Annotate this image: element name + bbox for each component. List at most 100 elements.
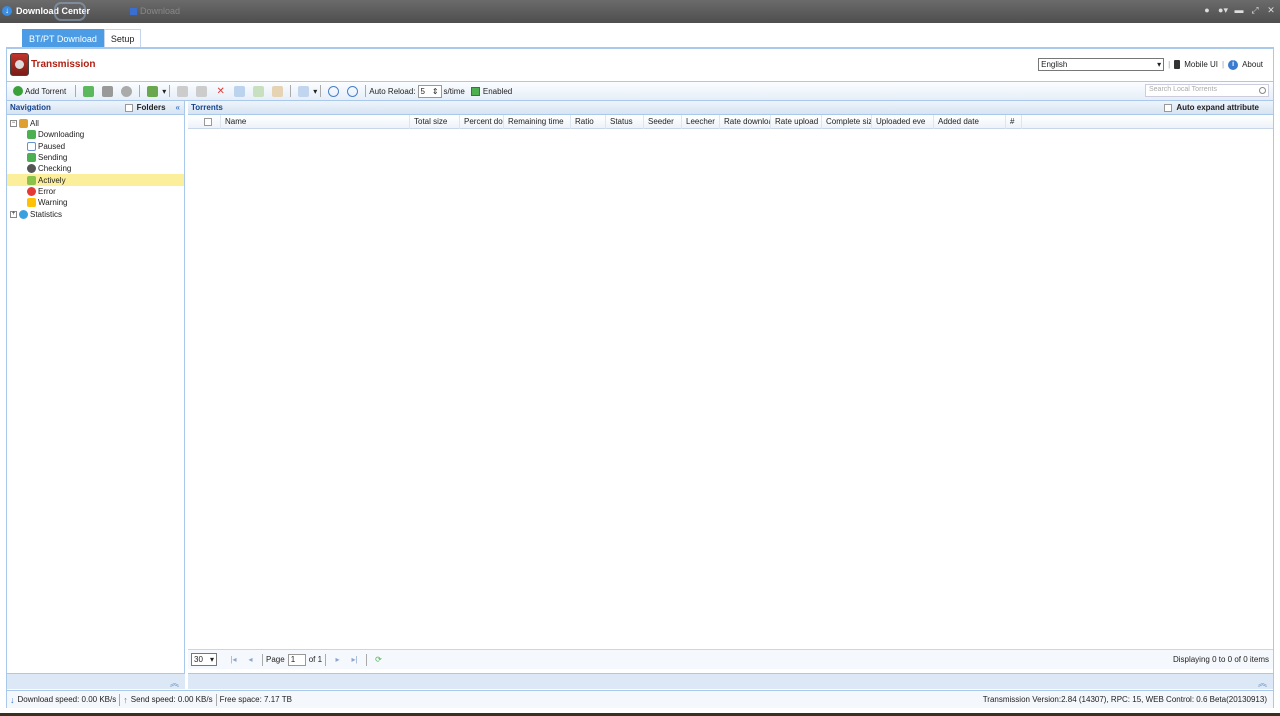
pause-all-icon[interactable]	[347, 85, 359, 97]
search-input[interactable]: Search Local Torrents	[1145, 84, 1269, 97]
auto-expand-checkbox[interactable]	[1164, 103, 1173, 112]
mobile-phone-icon	[1174, 60, 1181, 69]
column-remaining-time[interactable]: Remaining time	[504, 114, 571, 129]
last-page-icon[interactable]: ▸|	[350, 655, 359, 664]
tracker-icon[interactable]	[253, 85, 265, 97]
collapse-toggle-icon[interactable]: −	[10, 120, 17, 128]
expand-up-icon[interactable]: ︽	[170, 676, 179, 689]
collapse-left-icon[interactable]: «	[176, 103, 180, 112]
language-value: English	[1041, 60, 1068, 69]
tree-item-paused[interactable]: Paused	[7, 141, 184, 152]
column-total-size[interactable]: Total size	[410, 114, 460, 129]
pagination-bar: 30 ▾ |◂ ◂ Page 1 of 1 ▸ ▸| ⟳ Displaying …	[188, 649, 1273, 669]
column-ratio[interactable]: Ratio	[571, 114, 606, 129]
start-all-icon[interactable]	[328, 85, 340, 97]
tree-item-warning[interactable]: Warning	[7, 197, 184, 208]
column-uploaded-ever[interactable]: Uploaded eve	[872, 114, 934, 129]
enabled-label: Enabled	[482, 86, 513, 96]
window-tab-download[interactable]: Download	[130, 6, 180, 16]
nav-collapse-bar[interactable]: ︽	[7, 673, 185, 689]
enabled-checkbox[interactable]	[470, 86, 480, 96]
column-seeder[interactable]: Seeder	[644, 114, 682, 129]
delete-icon[interactable]: ✕	[215, 86, 226, 97]
folders-checkbox[interactable]	[124, 103, 133, 112]
plugin-icon[interactable]	[147, 85, 159, 97]
first-page-icon[interactable]: |◂	[229, 655, 238, 664]
refresh-icon[interactable]: ⟳	[374, 655, 383, 664]
torrents-title: Torrents	[191, 103, 223, 112]
toolbar-separator	[365, 85, 367, 97]
status-bar: ↓ Download speed: 0.00 KB/s ↑ Send speed…	[7, 690, 1273, 708]
close-icon[interactable]: ✕	[1266, 5, 1276, 15]
column-leecher[interactable]: Leecher	[682, 114, 720, 129]
toolbar-separator	[169, 85, 171, 97]
tree-item-checking[interactable]: Checking	[7, 163, 184, 174]
pause-icon[interactable]	[196, 85, 208, 97]
pager-separator	[262, 653, 263, 666]
header: Transmission English ▾ | Mobile UI | i A…	[7, 49, 1273, 81]
column-status[interactable]: Status	[606, 114, 644, 129]
about-link[interactable]: About	[1242, 60, 1263, 69]
mobile-ui-link[interactable]: Mobile UI	[1184, 60, 1218, 69]
settings-icon[interactable]: ●▾	[1218, 5, 1228, 15]
select-all-checkbox[interactable]	[204, 117, 212, 126]
column-rate-upload[interactable]: Rate upload	[771, 114, 822, 129]
tree-item-sending[interactable]: Sending	[7, 152, 184, 163]
tree-item-actively[interactable]: Actively	[7, 174, 184, 186]
column-name[interactable]: Name	[221, 114, 410, 129]
navigation-title: Navigation	[10, 103, 51, 112]
tree-item-statistics[interactable]: + Statistics	[7, 208, 184, 219]
status-separator	[119, 693, 121, 706]
refresh-icon[interactable]	[83, 85, 95, 97]
auto-reload-input[interactable]: 5 ⇕	[417, 84, 442, 98]
server-icon[interactable]	[102, 85, 114, 97]
active-icon	[27, 175, 36, 185]
download-speed: Download speed: 0.00 KB/s	[17, 695, 117, 704]
expand-up-icon[interactable]: ︽	[1258, 676, 1267, 689]
tree-item-error[interactable]: Error	[7, 186, 184, 197]
chevron-down-icon: ▾	[209, 655, 214, 664]
pause-icon	[27, 141, 36, 151]
torrents-grid-header: Name Total size Percent dor Remaining ti…	[188, 114, 1273, 129]
details-collapse-bar[interactable]: ︽	[188, 673, 1273, 689]
download-arrow-icon	[27, 130, 36, 140]
page-number-input[interactable]: 1	[287, 653, 306, 666]
add-torrent-button[interactable]: Add Torrent	[11, 83, 68, 99]
toolbar: Add Torrent ▾ ✕ ▾ Auto Reload: 5 ⇕ s/tim…	[7, 81, 1273, 101]
torrents-header: Torrents Auto expand attribute	[188, 101, 1273, 115]
move-icon[interactable]	[272, 85, 284, 97]
column-added-date[interactable]: Added date	[934, 114, 1006, 129]
minimize-icon[interactable]: ▬	[1234, 5, 1244, 15]
tab-btpt-download[interactable]: BT/PT Download	[22, 29, 104, 47]
expand-toggle-icon[interactable]: +	[10, 210, 17, 218]
tab-setup[interactable]: Setup	[103, 29, 142, 47]
auto-expand-label: Auto expand attribute	[1176, 103, 1259, 112]
toolbar-separator	[139, 85, 141, 97]
column-percent-done[interactable]: Percent dor	[460, 114, 504, 129]
dropdown-arrow-icon[interactable]: ▾	[313, 87, 317, 96]
page-size-select[interactable]: 30 ▾	[191, 653, 217, 666]
info-circle-icon[interactable]: ●	[1202, 5, 1212, 15]
restore-icon[interactable]: ⤢	[1250, 5, 1260, 15]
tree-item-label: Actively	[38, 175, 66, 185]
spinner-icon[interactable]: ⇕	[432, 87, 439, 96]
language-select[interactable]: English ▾	[1038, 58, 1165, 71]
rename-icon[interactable]	[298, 85, 310, 97]
error-icon	[27, 186, 36, 196]
prev-page-icon[interactable]: ◂	[246, 655, 255, 664]
tree-item-downloading[interactable]: Downloading	[7, 129, 184, 140]
next-page-icon[interactable]: ▸	[333, 655, 342, 664]
page-of-label: of 1	[308, 655, 323, 664]
tree-item-all[interactable]: − All	[7, 118, 184, 129]
column-number[interactable]: #	[1006, 114, 1022, 129]
pager-separator	[325, 653, 327, 666]
recheck-icon[interactable]	[234, 85, 246, 97]
dropdown-arrow-icon[interactable]: ▾	[162, 87, 166, 96]
start-icon[interactable]	[177, 85, 189, 97]
column-complete-size[interactable]: Complete siz	[822, 114, 872, 129]
column-rate-download[interactable]: Rate downloa	[720, 114, 771, 129]
navigation-tree: − All Downloading Paused Sending Checkin…	[7, 115, 184, 220]
divider: |	[1222, 60, 1225, 69]
tree-item-label: Downloading	[38, 130, 85, 140]
gear-icon[interactable]	[121, 85, 133, 97]
